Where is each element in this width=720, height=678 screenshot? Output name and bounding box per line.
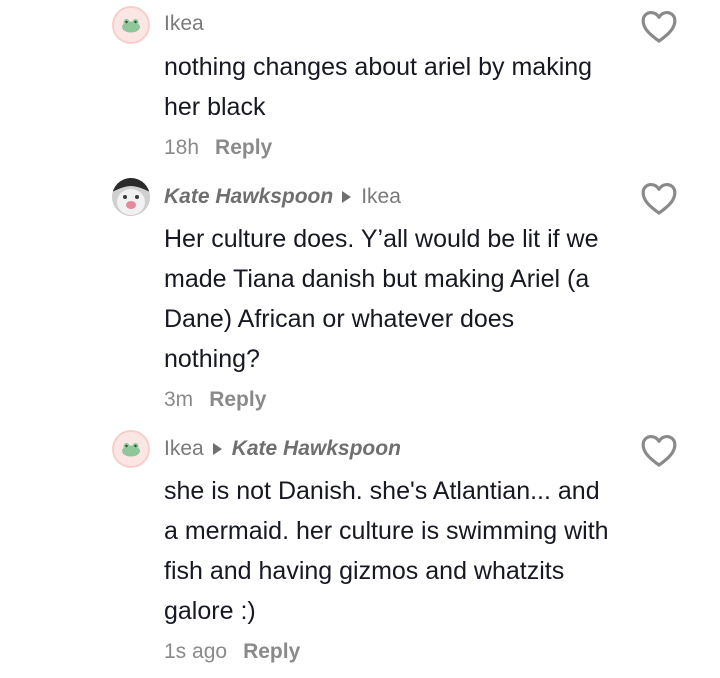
comment-username[interactable]: Ikea <box>164 12 204 36</box>
author-name[interactable]: Ikea <box>164 12 204 36</box>
heart-outline-icon[interactable] <box>640 180 678 216</box>
reply-arrow-icon <box>342 191 352 203</box>
avatar[interactable] <box>112 6 150 44</box>
comment-timestamp: 3m <box>164 388 194 411</box>
reply-to-name[interactable]: Kate Hawkspoon <box>232 437 401 461</box>
heart-outline-icon[interactable] <box>640 8 678 44</box>
avatar[interactable] <box>112 430 150 468</box>
comment-text: nothing changes about ariel by making he… <box>164 53 593 121</box>
author-name[interactable]: Ikea <box>164 437 204 461</box>
reply-to-name[interactable]: Ikea <box>361 185 401 209</box>
comment-meta: 3m Reply <box>164 388 266 412</box>
avatar[interactable] <box>112 178 150 216</box>
comment-timestamp: 1s ago <box>164 640 228 663</box>
reply-button[interactable]: Reply <box>215 136 272 159</box>
cat-avatar-icon <box>112 178 150 216</box>
reply-button[interactable]: Reply <box>209 388 266 411</box>
comment-text: she is not Danish. she's Atlantian... an… <box>164 477 609 625</box>
frog-avatar-icon <box>122 443 140 457</box>
reply-arrow-icon <box>212 443 222 455</box>
reply-button[interactable]: Reply <box>243 640 300 663</box>
comment-meta: 1s ago Reply <box>164 640 300 664</box>
heart-outline-icon[interactable] <box>640 432 678 468</box>
comment-meta: 18h Reply <box>164 136 272 160</box>
comment-username[interactable]: Ikea Kate Hawkspoon <box>164 437 401 461</box>
comment-username[interactable]: Kate Hawkspoon Ikea <box>164 185 401 209</box>
author-name[interactable]: Kate Hawkspoon <box>164 185 333 209</box>
comment-text: Her culture does. Y’all would be lit if … <box>164 225 599 373</box>
frog-avatar-icon <box>122 19 140 33</box>
comment-timestamp: 18h <box>164 136 200 159</box>
